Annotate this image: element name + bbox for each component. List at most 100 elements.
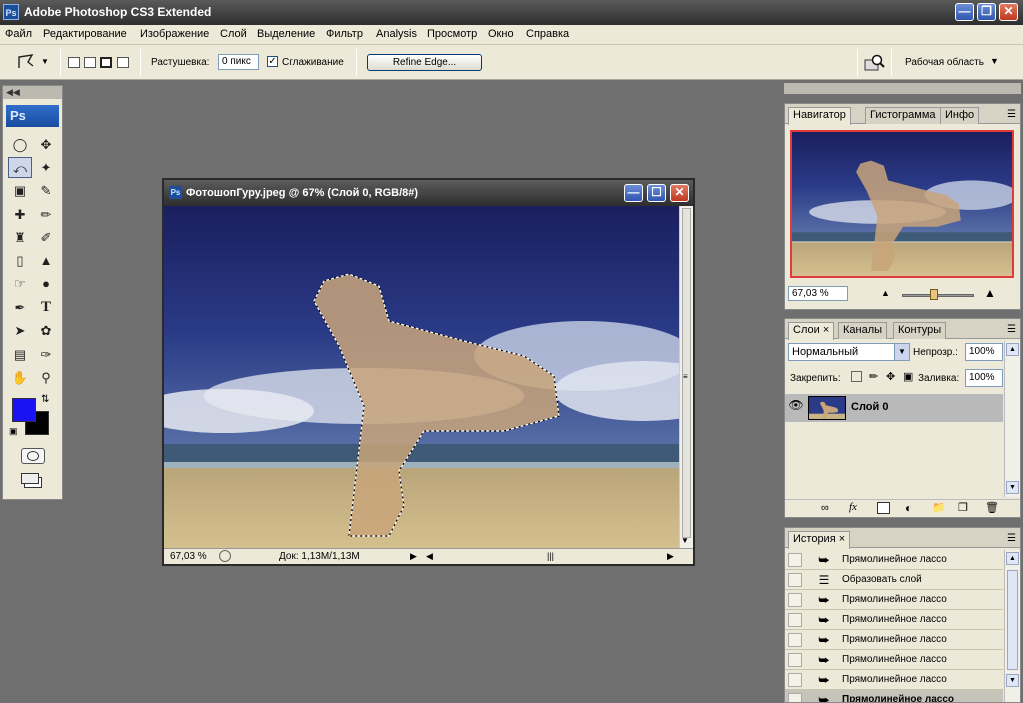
menu-image[interactable]: Изображение bbox=[140, 28, 209, 40]
lock-transparent-icon[interactable] bbox=[851, 371, 862, 382]
history-item[interactable]: ⮩ Прямолинейное лассо bbox=[785, 630, 1003, 650]
eyedropper-tool-icon[interactable]: ✑ bbox=[34, 344, 58, 365]
healing-brush-tool-icon[interactable]: ✚ bbox=[8, 204, 32, 225]
layers-scroll-down-icon[interactable]: ▼ bbox=[1006, 481, 1019, 494]
brush-tool-icon[interactable]: ✏ bbox=[34, 204, 58, 225]
workspace-menu[interactable]: Рабочая область bbox=[905, 57, 984, 68]
history-snapshot-source-box[interactable] bbox=[788, 553, 802, 567]
history-snapshot-source-box[interactable] bbox=[788, 693, 802, 702]
pen-tool-icon[interactable]: ✒ bbox=[8, 297, 32, 318]
tab-layers[interactable]: Слои × bbox=[788, 322, 835, 340]
tool-preset-chevron-icon[interactable]: ▼ bbox=[41, 57, 49, 66]
link-layers-icon[interactable]: ∞ bbox=[821, 502, 829, 514]
add-mask-icon[interactable] bbox=[877, 502, 890, 514]
zoom-out-icon[interactable]: ▲ bbox=[881, 288, 890, 298]
history-item[interactable]: ⮩ Прямолинейное лассо bbox=[785, 590, 1003, 610]
blend-mode-chevron-icon[interactable]: ▼ bbox=[894, 344, 909, 360]
custom-shape-tool-icon[interactable]: ✿ bbox=[34, 320, 58, 341]
layer-name[interactable]: Слой 0 bbox=[851, 401, 888, 413]
magic-wand-tool-icon[interactable]: ✦ bbox=[34, 157, 58, 178]
marquee-tool-icon[interactable]: ◯ bbox=[8, 134, 32, 155]
workspace-chevron-icon[interactable]: ▼ bbox=[990, 56, 999, 66]
document-title-bar[interactable]: Ps ФотошопГуру.jpeg @ 67% (Слой 0, RGB/8… bbox=[164, 180, 693, 206]
refine-edge-button[interactable]: Refine Edge... bbox=[367, 54, 482, 71]
document-zoom[interactable]: 67,03 % bbox=[170, 551, 207, 562]
screen-mode-button[interactable] bbox=[21, 472, 47, 490]
layers-scroll-up-icon[interactable]: ▲ bbox=[1006, 343, 1019, 356]
zoom-tool-icon[interactable]: ⚲ bbox=[34, 367, 58, 388]
menu-edit[interactable]: Редактирование bbox=[43, 28, 127, 40]
history-snapshot-source-box[interactable] bbox=[788, 613, 802, 627]
clone-stamp-tool-icon[interactable]: ♜ bbox=[8, 227, 32, 248]
close-button[interactable]: ✕ bbox=[999, 3, 1018, 21]
document-vertical-scrollbar[interactable]: ≡ ▼ bbox=[679, 206, 693, 548]
history-snapshot-source-box[interactable] bbox=[788, 653, 802, 667]
antialias-checkbox[interactable]: ✓ bbox=[267, 56, 278, 67]
navigator-preview[interactable] bbox=[790, 130, 1014, 278]
foreground-color-swatch[interactable] bbox=[12, 398, 36, 422]
tab-navigator[interactable]: Навигатор bbox=[788, 107, 851, 125]
doc-maximize-button[interactable]: ☐ bbox=[647, 184, 666, 202]
dodge-tool-icon[interactable]: ● bbox=[34, 273, 58, 294]
tab-layers-close-icon[interactable]: × bbox=[823, 324, 829, 336]
opacity-input[interactable]: 100% bbox=[965, 343, 1003, 361]
paint-bucket-tool-icon[interactable]: ▲ bbox=[34, 250, 58, 271]
feather-input[interactable]: 0 пикс bbox=[218, 54, 259, 70]
blend-mode-select[interactable]: Нормальный ▼ bbox=[788, 343, 910, 361]
polygonal-lasso-icon[interactable] bbox=[16, 53, 36, 71]
hand-tool-icon[interactable]: ✋ bbox=[8, 367, 32, 388]
new-group-icon[interactable]: 📁 bbox=[932, 501, 946, 514]
history-scroll-down-icon[interactable]: ▼ bbox=[1006, 674, 1019, 687]
history-snapshot-source-box[interactable] bbox=[788, 633, 802, 647]
path-selection-tool-icon[interactable]: ➤ bbox=[8, 320, 32, 341]
file-browser-icon[interactable] bbox=[864, 54, 886, 72]
type-tool-icon[interactable]: T bbox=[34, 297, 58, 318]
lock-all-icon[interactable]: ▣ bbox=[903, 370, 913, 383]
doc-minimize-button[interactable]: — bbox=[624, 184, 643, 202]
slice-tool-icon[interactable]: ✎ bbox=[34, 180, 58, 201]
history-item[interactable]: ⮩ Прямолинейное лассо bbox=[785, 550, 1003, 570]
default-colors-icon[interactable]: ▣ bbox=[9, 426, 18, 437]
history-panel-menu-icon[interactable]: ☰ bbox=[1007, 533, 1016, 544]
layer-visibility-eye-icon[interactable]: 👁 bbox=[787, 398, 805, 418]
menu-help[interactable]: Справка bbox=[526, 28, 569, 40]
tab-history-close-icon[interactable]: × bbox=[839, 533, 845, 545]
tab-info[interactable]: Инфо bbox=[940, 107, 980, 124]
new-layer-icon[interactable]: ❐ bbox=[958, 501, 968, 514]
layers-panel-menu-icon[interactable]: ☰ bbox=[1007, 324, 1016, 335]
menu-layer[interactable]: Слой bbox=[220, 28, 247, 40]
lasso-tool-icon[interactable]: ⤺ bbox=[8, 157, 32, 178]
quick-mask-button[interactable] bbox=[21, 448, 45, 464]
history-item[interactable]: ⮩ Прямолинейное лассо bbox=[785, 670, 1003, 690]
navigator-zoom-slider-knob[interactable] bbox=[930, 289, 939, 300]
scroll-right-icon[interactable]: ▶ bbox=[667, 551, 674, 562]
menu-filter[interactable]: Фильтр bbox=[326, 28, 363, 40]
fill-input[interactable]: 100% bbox=[965, 369, 1003, 387]
navigator-panel-menu-icon[interactable]: ☰ bbox=[1007, 109, 1016, 120]
history-item[interactable]: ⮩ Прямолинейное лассо bbox=[785, 610, 1003, 630]
tab-channels[interactable]: Каналы bbox=[838, 322, 888, 339]
layers-scrollbar[interactable]: ▲ ▼ bbox=[1004, 341, 1020, 497]
menu-file[interactable]: Файл bbox=[5, 28, 32, 40]
delete-layer-icon[interactable]: 🗑 bbox=[985, 501, 999, 514]
history-item[interactable]: ☰ Образовать слой bbox=[785, 570, 1003, 590]
history-brush-tool-icon[interactable]: ✐ bbox=[34, 227, 58, 248]
restore-button[interactable]: ❐ bbox=[977, 3, 996, 21]
eraser-tool-icon[interactable]: ▯ bbox=[8, 250, 32, 271]
history-item[interactable]: ⮩ Прямолинейное лассо bbox=[785, 690, 1003, 702]
swap-colors-icon[interactable]: ⇅ bbox=[41, 394, 49, 405]
doc-close-button[interactable]: ✕ bbox=[670, 184, 689, 202]
subtract-from-selection-button[interactable] bbox=[100, 57, 112, 68]
notes-tool-icon[interactable]: ▤ bbox=[8, 344, 32, 365]
panel-dock-grip[interactable] bbox=[784, 83, 1021, 94]
layer-row[interactable]: 👁 Слой 0 bbox=[785, 394, 1003, 422]
history-item[interactable]: ⮩ Прямолинейное лассо bbox=[785, 650, 1003, 670]
menu-analysis[interactable]: Analysis bbox=[376, 28, 417, 40]
add-to-selection-button[interactable] bbox=[84, 57, 96, 68]
new-selection-button[interactable] bbox=[68, 57, 80, 68]
lock-position-icon[interactable]: ✥ bbox=[886, 370, 895, 383]
history-scroll-up-icon[interactable]: ▲ bbox=[1006, 552, 1019, 565]
zoom-in-icon[interactable]: ▲ bbox=[984, 286, 996, 300]
history-snapshot-source-box[interactable] bbox=[788, 573, 802, 587]
history-scrollbar[interactable]: ▲ ▼ bbox=[1004, 550, 1020, 702]
